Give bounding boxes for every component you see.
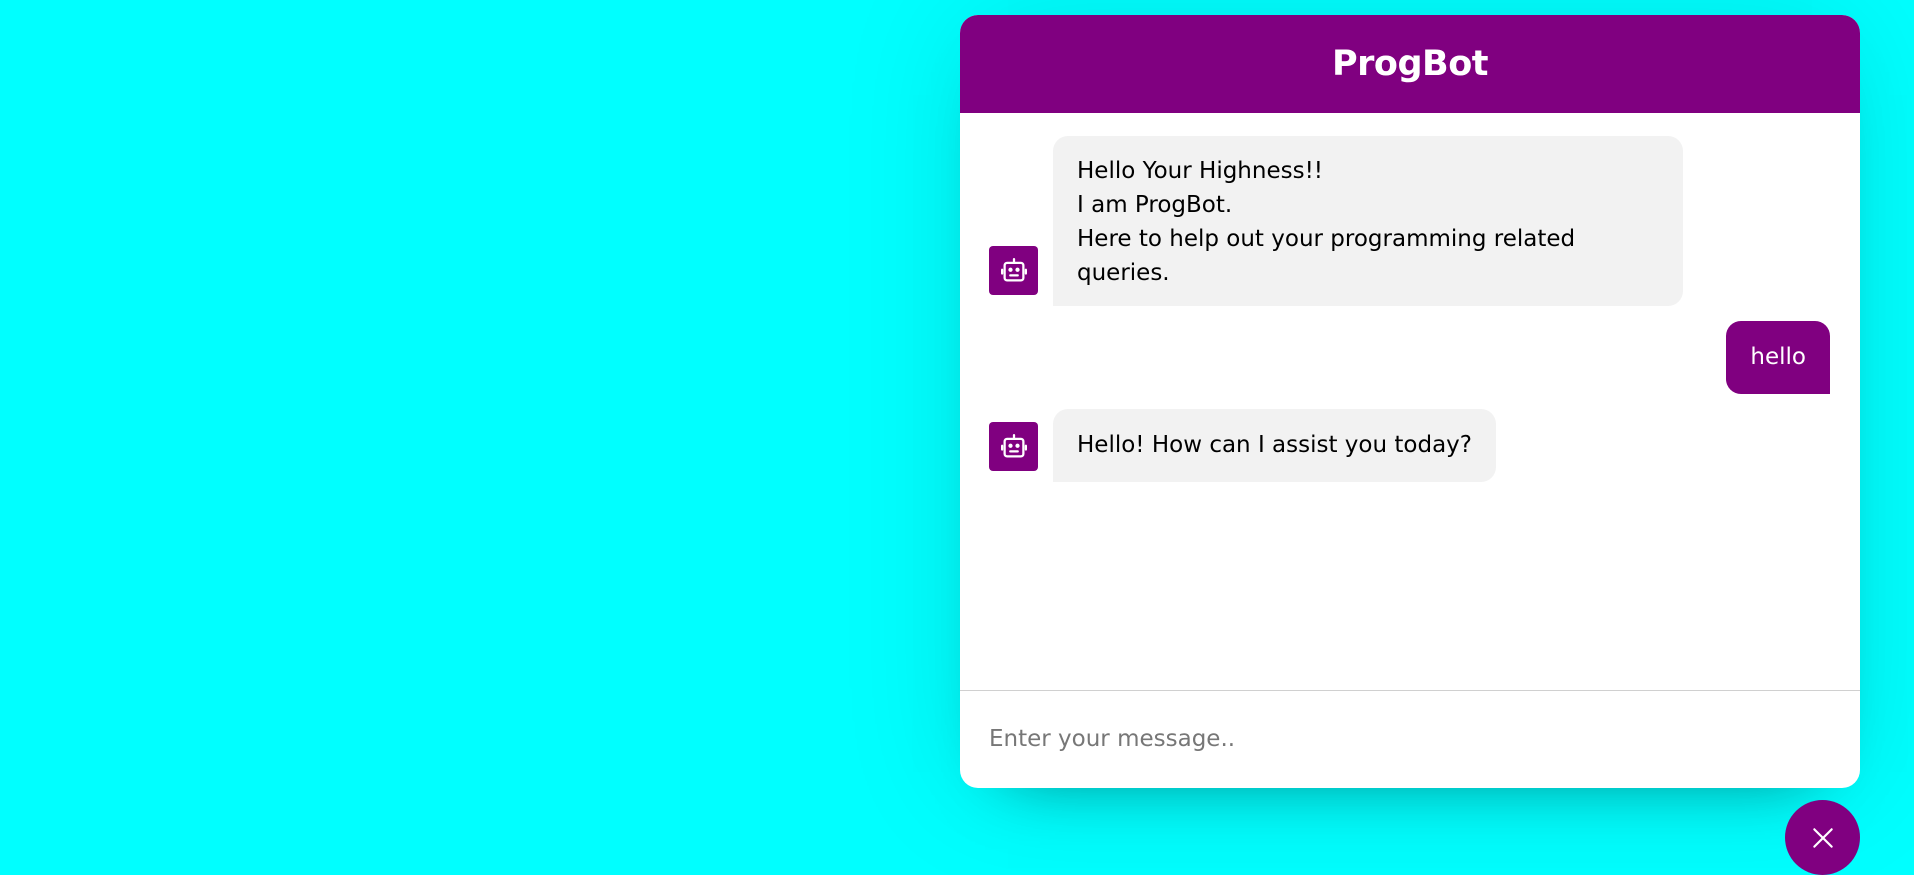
message-text: hello xyxy=(1726,321,1830,394)
robot-icon xyxy=(989,422,1038,471)
chat-input-bar xyxy=(960,690,1860,788)
message-text: Hello Your Highness!! I am ProgBot. Here… xyxy=(1053,136,1683,306)
bot-message: Hello! How can I assist you today? xyxy=(989,409,1830,482)
chatbot-toggle-button[interactable] xyxy=(1785,800,1860,875)
chatbot-window: ProgBot Hello Your Highness!! I am ProgB… xyxy=(960,15,1860,788)
chat-messages[interactable]: Hello Your Highness!! I am ProgBot. Here… xyxy=(960,113,1860,690)
chat-title: ProgBot xyxy=(1332,44,1488,84)
message-input[interactable] xyxy=(989,721,1831,758)
chat-header: ProgBot xyxy=(960,15,1860,113)
bot-message: Hello Your Highness!! I am ProgBot. Here… xyxy=(989,136,1830,306)
user-message: hello xyxy=(989,321,1830,394)
robot-icon xyxy=(989,246,1038,295)
message-text: Hello! How can I assist you today? xyxy=(1053,409,1496,482)
close-icon xyxy=(1812,827,1833,848)
